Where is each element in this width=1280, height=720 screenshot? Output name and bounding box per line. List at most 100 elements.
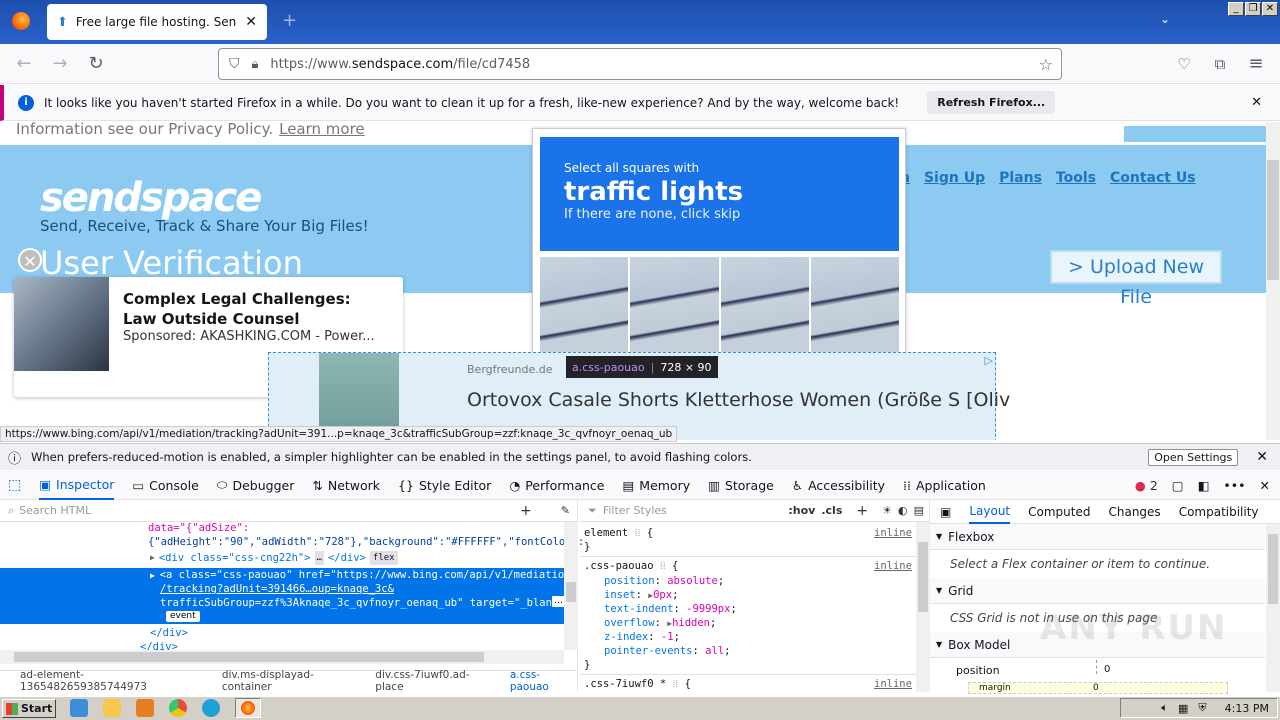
filter-styles[interactable]: ⏷ Filter Styles :hov .cls + ☀ ◐ ▤: [580, 500, 930, 522]
error-count[interactable]: ● 2: [1135, 478, 1158, 493]
nav-tools[interactable]: Tools: [1056, 170, 1096, 186]
new-tab-button[interactable]: +: [282, 10, 297, 31]
tab-style-editor[interactable]: {} Style Editor: [398, 478, 491, 493]
back-icon[interactable]: ←: [12, 52, 36, 76]
html-line[interactable]: {"adHeight":"90","adWidth":"728"},"backg…: [148, 535, 584, 549]
sendspace-logo[interactable]: sendspace: [40, 175, 262, 221]
tab-layout[interactable]: Layout: [969, 500, 1011, 524]
url-text[interactable]: https://www.sendspace.com/file/cd7458: [270, 57, 530, 72]
tab-memory[interactable]: ▤ Memory: [622, 478, 690, 493]
start-button[interactable]: Start: [2, 699, 56, 718]
tab-console[interactable]: ▭ Console: [132, 478, 198, 493]
rule-source[interactable]: inline: [874, 677, 912, 691]
toggle-sidebar-icon[interactable]: ▣: [940, 505, 951, 519]
light-mode-icon[interactable]: ☀: [882, 504, 892, 517]
breadcrumb-item[interactable]: div.css-7iuwf0.ad-place: [375, 669, 496, 693]
add-node-icon[interactable]: +: [520, 503, 532, 519]
cls-toggle[interactable]: .cls: [821, 504, 842, 517]
adchoices-icon[interactable]: ▷: [985, 354, 993, 367]
more-options-icon[interactable]: •••: [1223, 478, 1245, 493]
html-line[interactable]: data="{"adSize":: [148, 521, 249, 535]
shield-tray-icon[interactable]: ⛨: [1198, 701, 1206, 715]
ad-image[interactable]: [14, 277, 109, 371]
picker-icon[interactable]: ⬚: [8, 477, 21, 493]
upload-new-file-button[interactable]: > Upload New File: [1050, 250, 1222, 308]
print-mode-icon[interactable]: ▤: [914, 504, 924, 517]
close-notification-icon[interactable]: ✕: [1251, 95, 1262, 110]
tab-network[interactable]: ⇅ Network: [312, 478, 380, 493]
tracking-protection-icon[interactable]: ⛉: [229, 56, 240, 72]
close-ad-icon[interactable]: ✕: [18, 248, 42, 272]
captcha-tile[interactable]: [540, 257, 629, 353]
grid-section[interactable]: ▼ Grid: [930, 578, 1265, 604]
html-vscrollbar[interactable]: [564, 522, 578, 650]
hov-toggle[interactable]: :hov: [788, 504, 815, 517]
rule-decl[interactable]: overflow: ▶hidden;: [604, 616, 716, 631]
refresh-firefox-button[interactable]: Refresh Firefox...: [927, 91, 1056, 114]
rule-selector[interactable]: .css-7iuwf0 * ⁞⁞ {: [584, 677, 691, 691]
volume-icon[interactable]: 🔈︎: [1161, 701, 1168, 715]
add-rule-icon[interactable]: +: [856, 503, 868, 519]
dark-mode-icon[interactable]: ◐: [898, 504, 908, 517]
eyedropper-icon[interactable]: ✎: [561, 504, 570, 517]
tab-inspector[interactable]: ▣ Inspector: [39, 471, 115, 500]
ie-icon[interactable]: [70, 699, 88, 717]
pocket-icon[interactable]: ♡: [1172, 52, 1196, 76]
tab-application[interactable]: ⁞⁞ Application: [903, 478, 986, 493]
banner-title[interactable]: Ortovox Casale Shorts Kletterhose Women …: [467, 389, 1010, 411]
url-bar[interactable]: ⛉ 🔒︎ https://www.sendspace.com/file/cd74…: [218, 48, 1062, 80]
html-hscrollbar[interactable]: [0, 650, 564, 664]
minimize-icon[interactable]: _: [1228, 2, 1244, 16]
captcha-tile[interactable]: [630, 257, 719, 353]
responsive-icon[interactable]: ▢: [1172, 478, 1184, 493]
edge-icon[interactable]: [202, 699, 220, 717]
box-position-value[interactable]: 0: [1104, 664, 1110, 675]
filter-styles-input[interactable]: Filter Styles: [603, 504, 667, 517]
close-warning-icon[interactable]: ✕: [1256, 449, 1268, 465]
html-search[interactable]: ⌕ Search HTML + ✎: [0, 500, 578, 522]
html-line[interactable]: ▶ <div class="css-cng22h"> … </div> flex: [150, 551, 398, 565]
firefox-taskbar-button[interactable]: [235, 698, 261, 718]
open-settings-button[interactable]: Open Settings: [1148, 448, 1239, 466]
tab-accessibility[interactable]: ♿︎ Accessibility: [792, 478, 885, 493]
network-tray-icon[interactable]: ▦: [1178, 702, 1188, 715]
bookmark-star-icon[interactable]: ☆: [1039, 55, 1053, 74]
list-tabs-icon[interactable]: ⌄: [1160, 12, 1170, 26]
expand-icon[interactable]: ▶: [150, 551, 155, 565]
nav-plans[interactable]: Plans: [999, 170, 1042, 186]
page-scrollbar[interactable]: [1266, 122, 1280, 440]
media-player-icon[interactable]: [136, 699, 154, 717]
forward-icon[interactable]: →: [48, 52, 72, 76]
reload-icon[interactable]: ↻: [84, 52, 108, 76]
lock-icon[interactable]: 🔒︎: [252, 57, 259, 72]
flexbox-section[interactable]: ▼ Flexbox: [930, 524, 1265, 550]
captcha-tile[interactable]: [720, 257, 809, 353]
breadcrumb-item[interactable]: ad-element-1365482659385744973: [20, 669, 208, 693]
breadcrumb-item[interactable]: a.css-paouao: [510, 669, 578, 693]
rule-decl[interactable]: inset: ▶0px;: [604, 588, 678, 603]
close-tab-icon[interactable]: ✕: [245, 14, 257, 30]
captcha-tile[interactable]: [810, 257, 899, 353]
rule-decl[interactable]: text-indent: -9999px;: [604, 602, 737, 616]
tab-debugger[interactable]: ⬭ Debugger: [217, 477, 295, 493]
rule-decl[interactable]: pointer-events: all;: [604, 644, 730, 658]
dock-icon[interactable]: ◧: [1198, 478, 1210, 493]
close-window-icon[interactable]: ✕: [1262, 2, 1278, 16]
firefox-icon[interactable]: [12, 12, 30, 30]
nav-contact-us[interactable]: Contact Us: [1110, 170, 1196, 186]
browser-tab[interactable]: ⬆ Free large file hosting. Send big fil …: [47, 4, 267, 40]
close-devtools-icon[interactable]: ✕: [1260, 478, 1270, 493]
tab-storage[interactable]: ▥ Storage: [708, 478, 774, 493]
tab-compatibility[interactable]: Compatibility: [1179, 505, 1259, 519]
folder-icon[interactable]: [103, 699, 121, 717]
nav-sign-up[interactable]: Sign Up: [924, 170, 985, 186]
rule-decl[interactable]: position: absolute;: [604, 574, 724, 588]
rule-decl[interactable]: z-index: -1;: [604, 630, 680, 644]
selected-html-node[interactable]: ▶ <a class="css-paouao" href="https://ww…: [0, 568, 571, 624]
breadcrumb-item[interactable]: div.ms-displayad-container: [222, 669, 361, 693]
layout-scrollbar[interactable]: [1266, 524, 1280, 692]
rules-scrollbar[interactable]: [916, 522, 930, 692]
menu-icon[interactable]: ≡: [1244, 52, 1268, 76]
search-html-input[interactable]: Search HTML: [19, 504, 91, 517]
html-line[interactable]: </div>: [150, 626, 188, 640]
